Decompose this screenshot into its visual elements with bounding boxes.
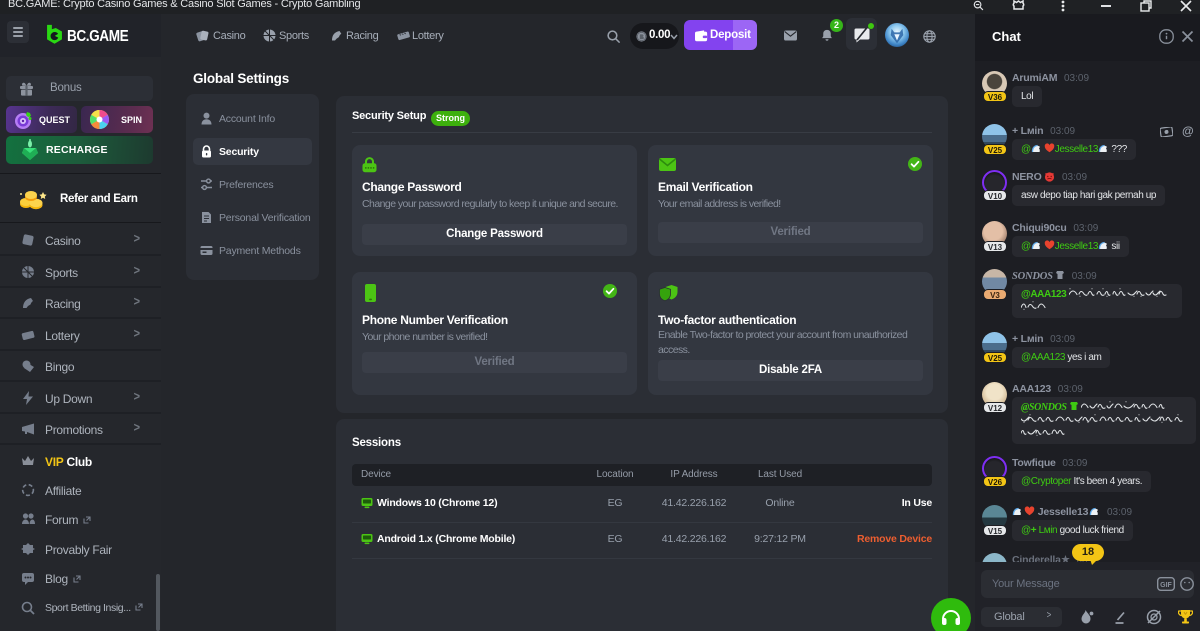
svg-text:GIF: GIF	[1160, 582, 1172, 589]
